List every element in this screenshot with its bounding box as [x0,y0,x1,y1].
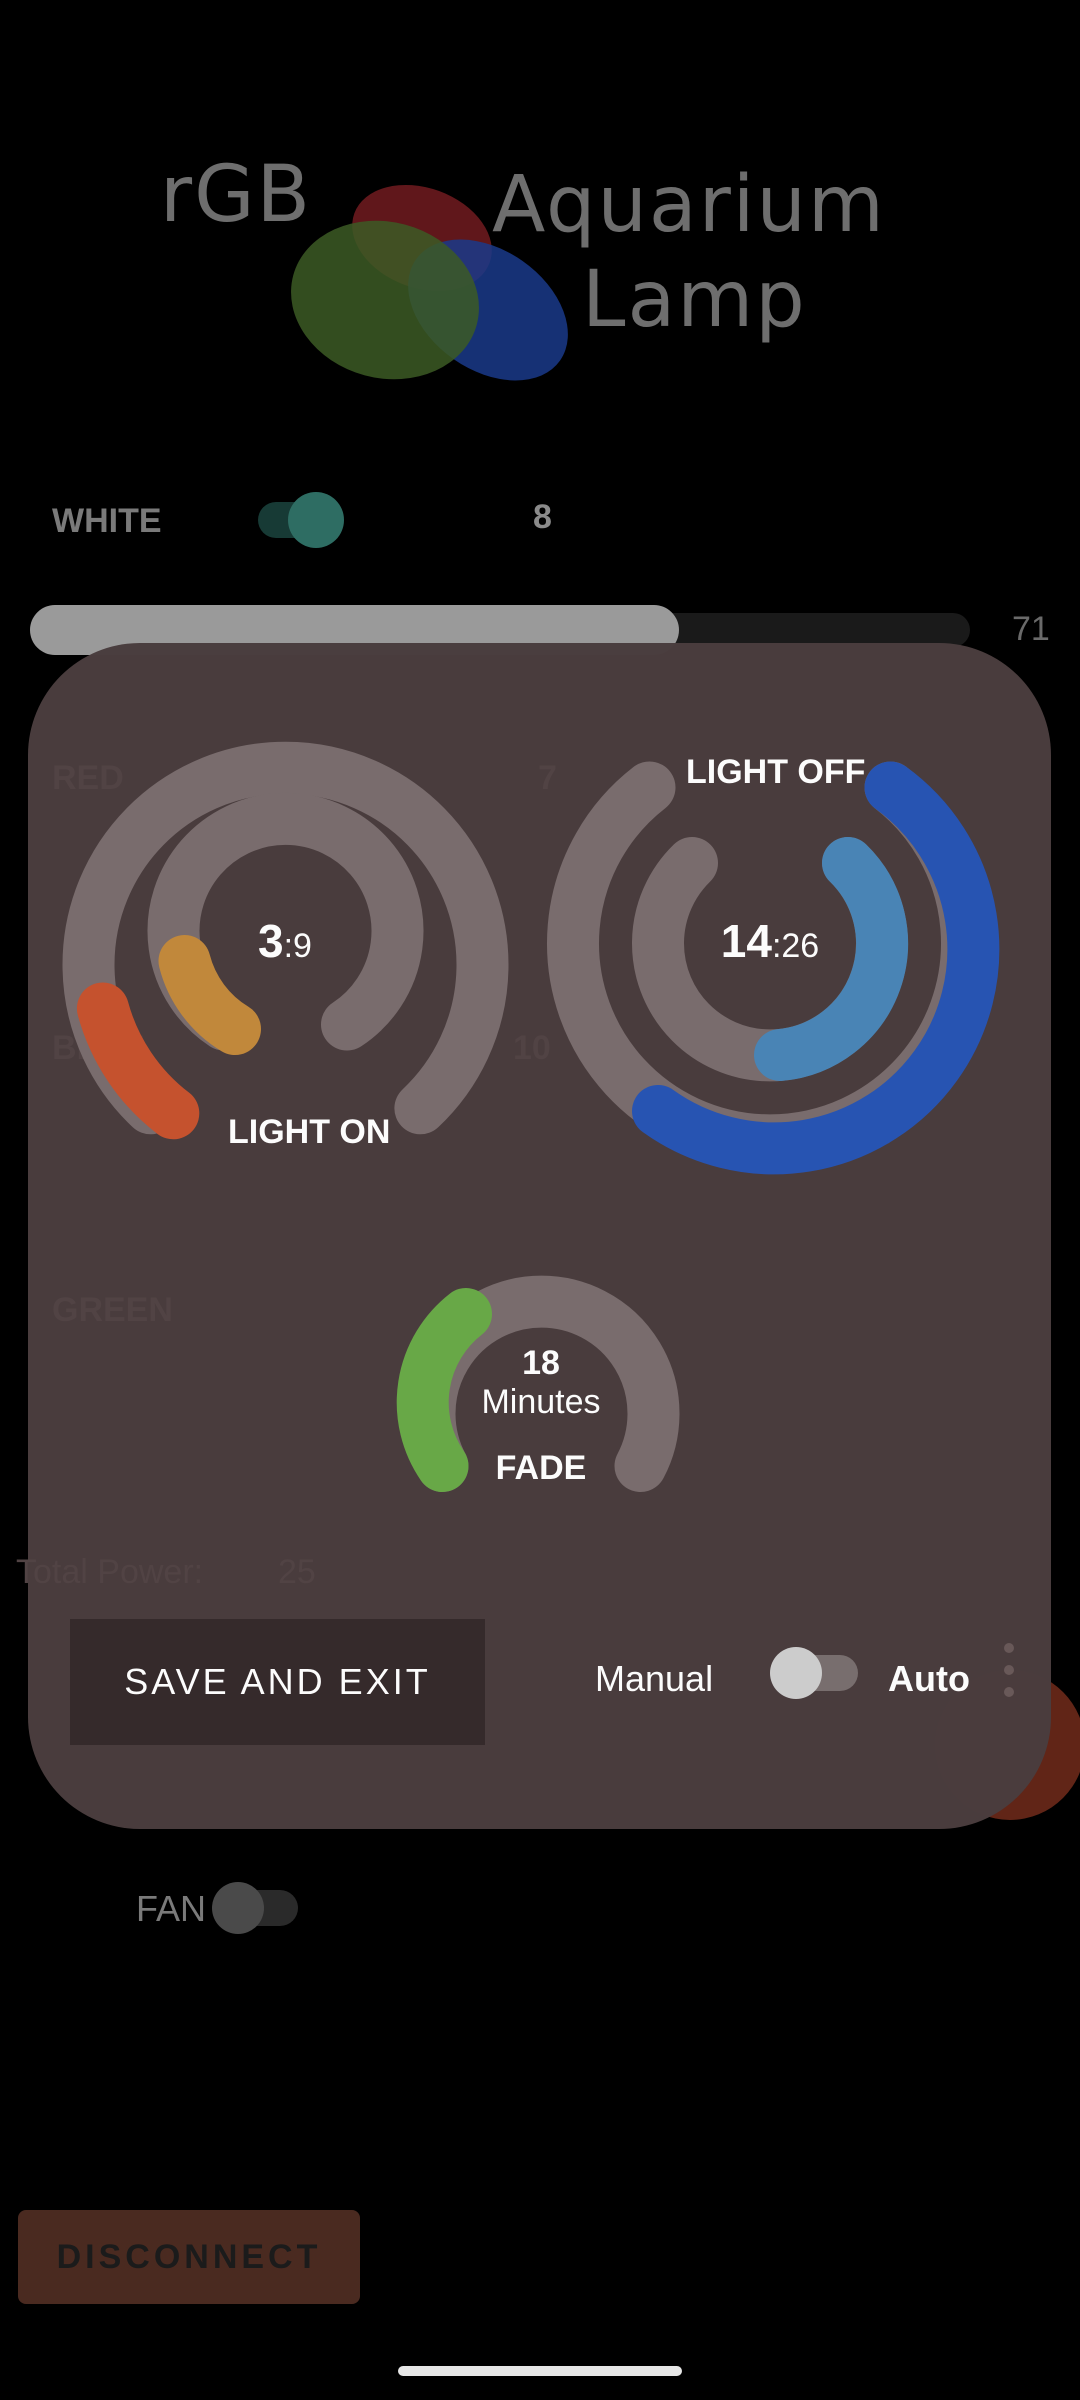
schedule-dialog: RED 7 BLUE 10 GREEN 6 Total Power: 25 3:… [16,643,1051,1829]
home-indicator[interactable] [398,2366,682,2376]
fade-readout: 18 Minutes [441,1343,641,1421]
manual-auto-switch[interactable] [770,1643,858,1703]
light-off-time: 14:26 [670,914,870,968]
logo-text-lamp: Lamp [582,255,807,345]
more-vert-icon [1004,1643,1014,1713]
light-off-hour: 14 [720,915,772,967]
channel-label-white: WHITE [52,502,162,540]
light-off-label: LIGHT OFF [686,753,866,791]
light-off-minute: :26 [771,927,820,965]
app-logo: rGB Aquarium Lamp [160,150,940,400]
fade-unit: Minutes [481,1383,601,1421]
channel-value-white: 8 [533,498,552,536]
logo-text-aquarium: Aquarium [492,160,886,250]
light-on-time: 3:9 [185,914,385,968]
light-on-inner-arc [158,935,261,1055]
white-toggle[interactable] [258,490,344,550]
fan-toggle[interactable] [212,1878,298,1938]
fan-label: FAN [136,1888,207,1929]
fade-label: FADE [495,1449,587,1487]
mode-auto-label: Auto [888,1658,970,1699]
light-on-hour: 3 [258,915,284,967]
light-on-label: LIGHT ON [228,1113,391,1151]
fade-value: 18 [522,1344,560,1382]
light-on-minute: :9 [283,927,312,965]
logo-text-rgb: rGB [160,150,313,240]
mode-manual-label: Manual [595,1658,714,1699]
disconnect-button[interactable]: DISCONNECT [18,2210,360,2304]
save-and-exit-button[interactable]: SAVE AND EXIT [70,1619,485,1745]
